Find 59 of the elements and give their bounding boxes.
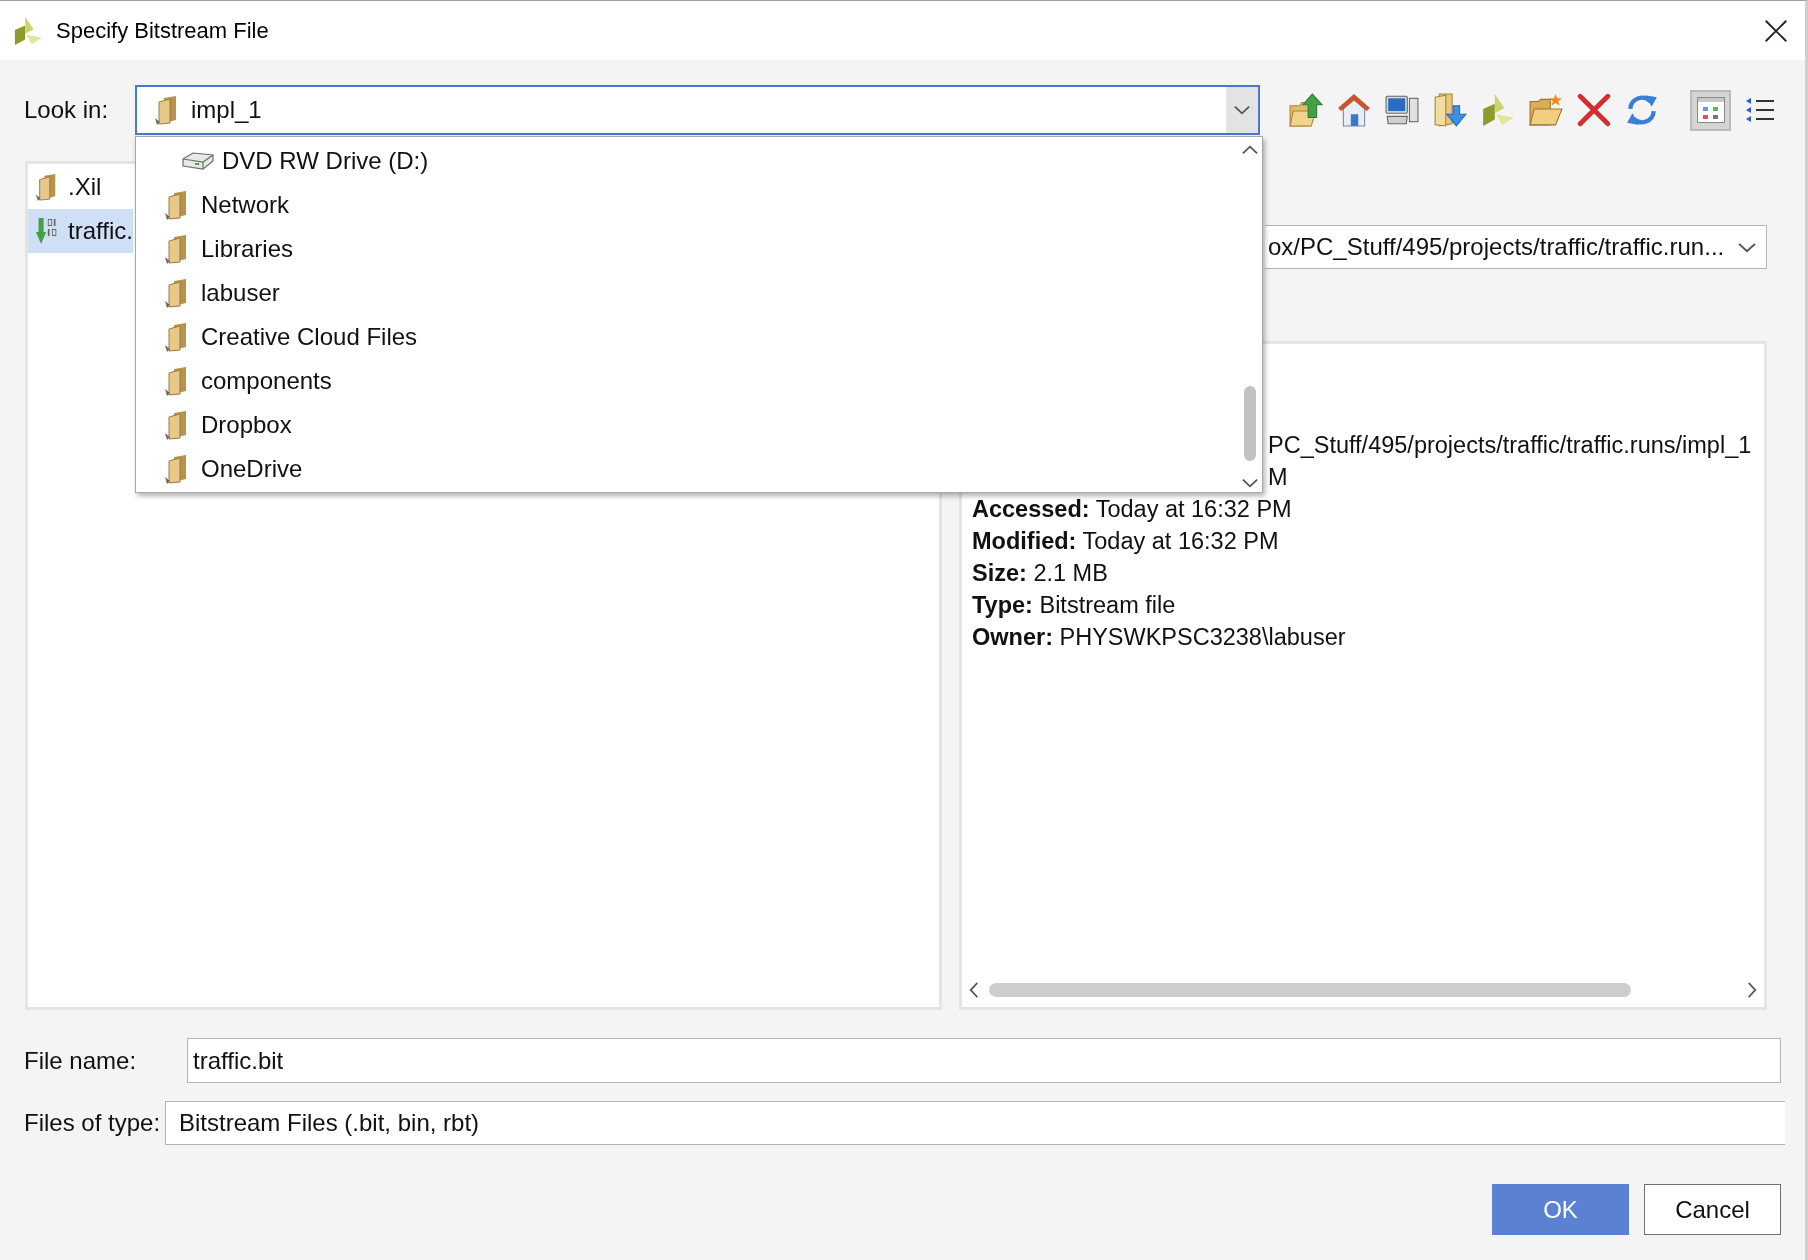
file-type-label: Files of type: xyxy=(24,1109,162,1137)
binary-file-icon xyxy=(36,217,58,245)
drive-icon xyxy=(182,151,214,171)
menu-item[interactable]: OneDrive xyxy=(136,447,1238,491)
menu-item[interactable]: Dropbox xyxy=(136,403,1238,447)
look-in-label: Look in: xyxy=(24,96,110,124)
folder-icon xyxy=(165,410,189,440)
menu-item[interactable]: Libraries xyxy=(136,227,1238,271)
file-list-item[interactable]: traffic. xyxy=(28,209,133,253)
scrollbar-thumb[interactable] xyxy=(1244,386,1256,461)
grid-view-icon xyxy=(1696,97,1725,123)
list-view-icon xyxy=(1745,97,1774,123)
folder-icon xyxy=(36,173,58,201)
file-list-item[interactable]: .Xil xyxy=(28,165,102,209)
scroll-left-icon[interactable] xyxy=(969,982,979,998)
scroll-right-icon[interactable] xyxy=(1747,982,1757,998)
menu-item[interactable]: components xyxy=(136,359,1238,403)
delete-icon[interactable] xyxy=(1577,93,1611,127)
folder-icon xyxy=(165,322,189,352)
scroll-down-icon[interactable] xyxy=(1242,478,1258,488)
home-icon[interactable] xyxy=(1337,93,1371,127)
detail-line: Modified: Today at 16:32 PM xyxy=(972,527,1279,556)
detail-line: M xyxy=(1268,463,1288,492)
logo-icon[interactable] xyxy=(1481,93,1515,127)
detail-line: Accessed: Today at 16:32 PM xyxy=(972,495,1292,524)
refresh-icon[interactable] xyxy=(1625,93,1659,127)
menu-item[interactable]: DVD RW Drive (D:) xyxy=(136,139,1238,183)
chevron-down-icon xyxy=(1738,241,1756,253)
menu-item[interactable]: Network xyxy=(136,183,1238,227)
folder-icon xyxy=(165,190,189,220)
new-folder-icon[interactable] xyxy=(1529,93,1563,127)
detail-line: PC_Stuff/495/projects/traffic/traffic.runs/impl_1 xyxy=(1268,431,1752,460)
logo-icon xyxy=(13,15,43,46)
menu-item[interactable]: labuser xyxy=(136,271,1238,315)
folder-icon xyxy=(165,366,189,396)
file-name-field[interactable]: traffic.bit xyxy=(187,1038,1781,1083)
folder-icon xyxy=(155,95,179,125)
grid-view-button[interactable] xyxy=(1690,89,1731,131)
detail-line: Size: 2.1 MB xyxy=(972,559,1108,588)
menu-item[interactable]: Creative Cloud Files xyxy=(136,315,1238,359)
window-title: Specify Bitstream File xyxy=(56,17,269,44)
look-in-dropdown[interactable]: impl_1 xyxy=(135,85,1260,135)
cancel-button[interactable]: Cancel xyxy=(1644,1184,1781,1235)
file-type-dropdown[interactable]: Bitstream Files (.bit, bin, rbt) xyxy=(165,1101,1785,1145)
file-name-label: File name: xyxy=(24,1046,138,1075)
location-dropdown[interactable]: ox/PC_Stuff/495/projects/traffic/traffic.run... xyxy=(1265,225,1767,269)
close-icon[interactable] xyxy=(1764,18,1788,43)
ok-button[interactable]: OK xyxy=(1492,1184,1629,1235)
scrollbar-thumb[interactable] xyxy=(989,983,1631,997)
folder-up-icon[interactable] xyxy=(1289,93,1323,127)
detail-line: Type: Bitstream file xyxy=(972,591,1176,620)
folder-icon xyxy=(165,234,189,264)
folder-icon xyxy=(165,454,189,484)
chevron-down-icon xyxy=(1234,105,1250,115)
scroll-up-icon[interactable] xyxy=(1242,145,1258,155)
computer-icon[interactable] xyxy=(1385,93,1419,127)
folder-down-icon[interactable] xyxy=(1433,93,1467,127)
detail-line: Owner: PHYSWKPSC3238\labuser xyxy=(972,623,1346,652)
folder-icon xyxy=(165,278,189,308)
